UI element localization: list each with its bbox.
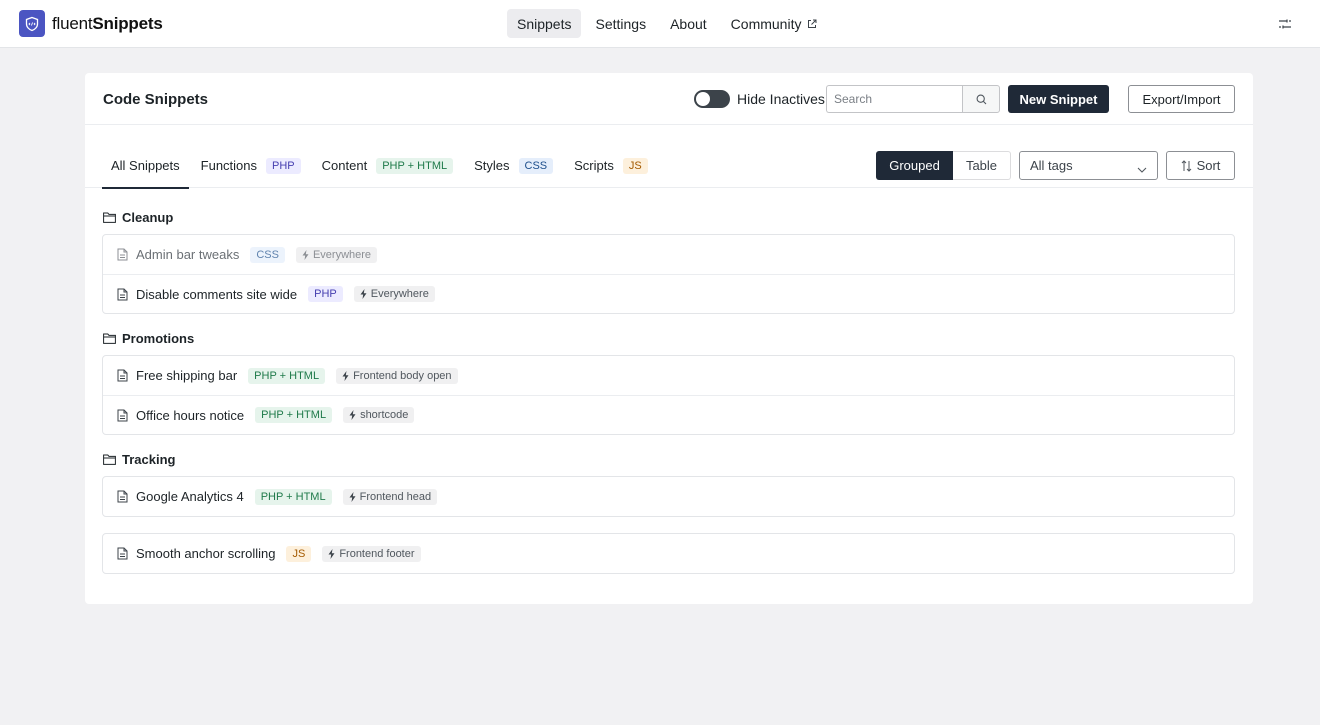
location-badge: Frontend head bbox=[342, 488, 438, 505]
grouped-view-button[interactable]: Grouped bbox=[876, 151, 953, 180]
bolt-icon bbox=[328, 548, 335, 559]
hide-inactives-label: Hide Inactives bbox=[737, 91, 825, 107]
sort-icon bbox=[1181, 159, 1191, 172]
group-title[interactable]: Promotions bbox=[103, 331, 194, 346]
filter-bar: All Snippets Functions PHP Content PHP + H… bbox=[85, 143, 1253, 189]
external-link-icon bbox=[807, 19, 817, 29]
export-import-button[interactable]: Export/Import bbox=[1128, 85, 1235, 113]
folder-icon bbox=[103, 212, 116, 223]
chevron-down-icon bbox=[1137, 161, 1147, 176]
snippet-list: Smooth anchor scrolling JS Frontend foot… bbox=[102, 533, 1235, 574]
view-switch: Grouped Table bbox=[876, 151, 1011, 180]
nav-about[interactable]: About bbox=[660, 9, 717, 38]
bolt-icon bbox=[349, 491, 356, 502]
snippet-list: Google Analytics 4 PHP + HTML Frontend h… bbox=[102, 476, 1235, 517]
location-badge: Frontend footer bbox=[322, 545, 421, 562]
snippet-name: Admin bar tweaks bbox=[136, 247, 240, 262]
sort-button[interactable]: Sort bbox=[1166, 151, 1235, 180]
file-icon bbox=[117, 288, 128, 301]
bolt-icon bbox=[342, 370, 349, 381]
location-badge: Everywhere bbox=[353, 286, 435, 302]
card-header: Code Snippets Hide Inactives New Snippet… bbox=[85, 73, 1253, 125]
snippet-list: Admin bar tweaks CSS Everywhere Disable … bbox=[102, 234, 1235, 314]
main-nav: Snippets Settings About Community bbox=[507, 9, 831, 38]
brand[interactable]: fluentSnippets bbox=[19, 10, 163, 37]
nav-community[interactable]: Community bbox=[721, 9, 828, 38]
snippet-name: Google Analytics 4 bbox=[136, 489, 244, 504]
nav-snippets[interactable]: Snippets bbox=[507, 9, 582, 38]
snippet-row[interactable]: Google Analytics 4 PHP + HTML Frontend h… bbox=[103, 477, 1234, 516]
snippet-row[interactable]: Smooth anchor scrolling JS Frontend foot… bbox=[103, 534, 1234, 573]
tab-styles[interactable]: Styles CSS bbox=[465, 143, 562, 188]
file-icon bbox=[117, 547, 128, 560]
bolt-icon bbox=[302, 249, 309, 260]
snippet-name: Office hours notice bbox=[136, 407, 245, 423]
group-title[interactable]: Cleanup bbox=[103, 210, 173, 225]
type-tabs: All Snippets Functions PHP Content PHP + H… bbox=[102, 143, 660, 189]
snippet-row[interactable]: Office hours notice PHP + HTML shortcode bbox=[103, 395, 1234, 434]
page-title: Code Snippets bbox=[103, 91, 209, 108]
php-html-badge: PHP + HTML bbox=[376, 157, 454, 174]
js-badge: JS bbox=[622, 157, 648, 174]
folder-icon bbox=[103, 333, 116, 344]
new-snippet-button[interactable]: New Snippet bbox=[1008, 85, 1109, 113]
snippet-name: Disable comments site wide bbox=[136, 286, 298, 302]
hide-inactives-toggle[interactable] bbox=[694, 90, 730, 108]
tags-select-value: All tags bbox=[1030, 158, 1073, 173]
snippet-row[interactable]: Admin bar tweaks CSS Everywhere bbox=[103, 235, 1234, 274]
file-icon bbox=[117, 490, 128, 503]
file-icon bbox=[117, 248, 128, 261]
php-badge: PHP bbox=[266, 157, 301, 174]
search-icon bbox=[976, 94, 986, 104]
snippet-row[interactable]: Free shipping bar PHP + HTML Frontend bo… bbox=[103, 356, 1234, 395]
location-badge: shortcode bbox=[343, 407, 415, 423]
logo-icon bbox=[19, 10, 45, 37]
snippets-card: Code Snippets Hide Inactives New Snippet… bbox=[85, 73, 1253, 604]
search-button[interactable] bbox=[962, 85, 1000, 113]
file-icon bbox=[117, 409, 128, 422]
tab-scripts[interactable]: Scripts JS bbox=[565, 143, 657, 188]
adjustments-icon[interactable] bbox=[1278, 17, 1292, 34]
lang-badge: CSS bbox=[250, 246, 285, 263]
file-icon bbox=[117, 369, 128, 382]
bolt-icon bbox=[360, 289, 367, 299]
brand-name: fluentSnippets bbox=[52, 13, 163, 33]
lang-badge: PHP + HTML bbox=[248, 367, 326, 384]
snippet-name: Free shipping bar bbox=[136, 368, 238, 383]
tab-content[interactable]: Content PHP + HTML bbox=[313, 143, 462, 188]
snippet-row[interactable]: Disable comments site wide PHP Everywher… bbox=[103, 274, 1234, 313]
table-view-button[interactable]: Table bbox=[953, 151, 1011, 180]
search-box bbox=[826, 85, 1000, 113]
location-badge: Frontend body open bbox=[336, 367, 458, 384]
folder-icon bbox=[103, 454, 116, 465]
location-badge: Everywhere bbox=[295, 246, 378, 263]
lang-badge: PHP bbox=[308, 286, 343, 302]
group-title[interactable]: Tracking bbox=[103, 452, 175, 467]
lang-badge: PHP + HTML bbox=[255, 407, 333, 423]
top-bar: fluentSnippets Snippets Settings About C… bbox=[0, 0, 1320, 48]
snippet-list: Free shipping bar PHP + HTML Frontend bo… bbox=[102, 355, 1235, 435]
tags-select[interactable]: All tags bbox=[1019, 151, 1158, 180]
snippet-name: Smooth anchor scrolling bbox=[136, 546, 276, 561]
tab-functions[interactable]: Functions PHP bbox=[192, 143, 310, 188]
css-badge: CSS bbox=[518, 157, 554, 174]
tab-all-snippets[interactable]: All Snippets bbox=[102, 143, 189, 189]
search-input[interactable] bbox=[826, 85, 962, 113]
bolt-icon bbox=[349, 410, 356, 420]
lang-badge: PHP + HTML bbox=[254, 488, 332, 505]
nav-settings[interactable]: Settings bbox=[585, 9, 656, 38]
lang-badge: JS bbox=[286, 545, 312, 562]
